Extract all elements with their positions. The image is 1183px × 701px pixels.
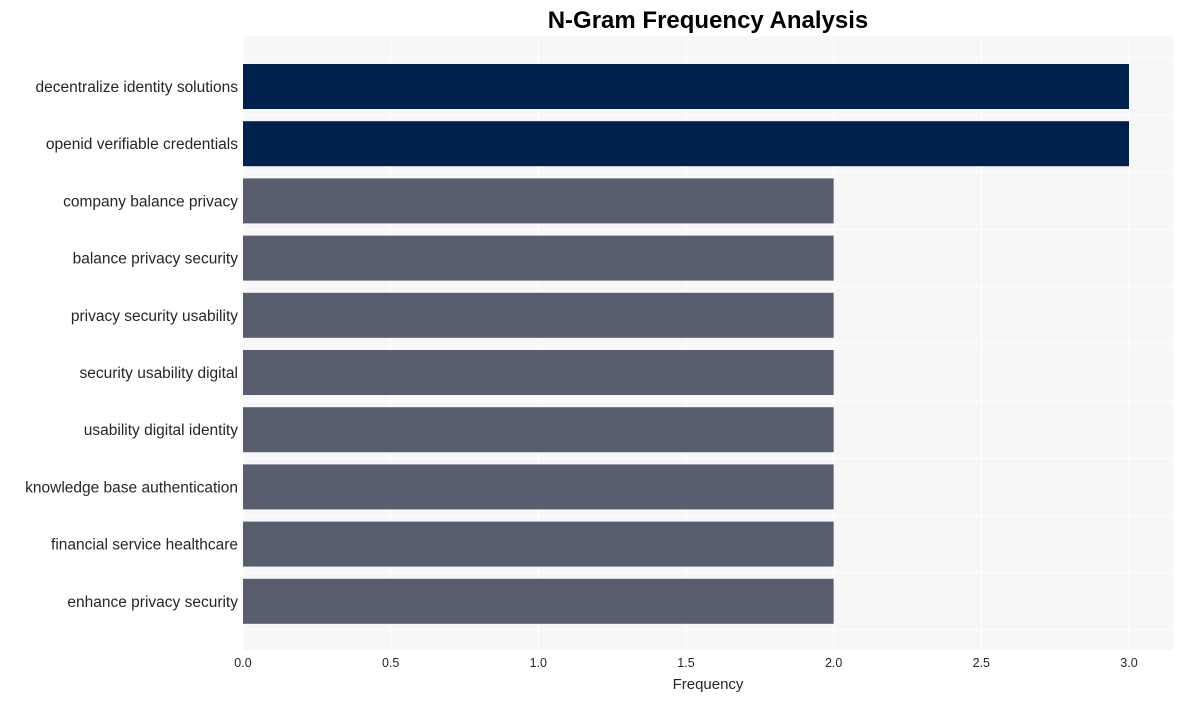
bar-enhance-privacy-security bbox=[243, 578, 834, 624]
y-tick-label: security usability digital bbox=[79, 365, 238, 382]
y-tick-label: usability digital identity bbox=[84, 422, 238, 439]
y-tick-label: balance privacy security bbox=[73, 251, 239, 268]
y-tick-label: decentralize identity solutions bbox=[36, 79, 239, 96]
y-tick-label: privacy security usability bbox=[71, 308, 238, 325]
bar-balance-privacy-security bbox=[243, 235, 834, 281]
x-tick-label: 1.5 bbox=[677, 656, 694, 670]
bar-privacy-security-usability bbox=[243, 292, 834, 338]
x-tick-label: 0.5 bbox=[382, 656, 399, 670]
x-tick-labels: 0.0 0.5 1.0 1.5 2.0 2.5 3.0 bbox=[234, 656, 1137, 670]
y-tick-label: financial service healthcare bbox=[51, 537, 238, 554]
y-tick-labels: decentralize identity solutions openid ve… bbox=[25, 79, 238, 611]
bar-openid-verifiable-credentials bbox=[243, 121, 1129, 167]
y-tick-label: company balance privacy bbox=[63, 193, 238, 210]
y-tick-label: knowledge base authentication bbox=[25, 479, 238, 496]
x-tick-label: 2.5 bbox=[973, 656, 990, 670]
bar-decentralize-identity-solutions bbox=[243, 64, 1129, 109]
y-tick-label: openid verifiable credentials bbox=[46, 136, 238, 153]
bar-company-balance-privacy bbox=[243, 178, 834, 224]
y-tick-label: enhance privacy security bbox=[67, 594, 238, 611]
x-tick-label: 0.0 bbox=[234, 656, 251, 670]
bar-security-usability-digital bbox=[243, 350, 834, 395]
x-axis-label: Frequency bbox=[673, 676, 744, 693]
x-tick-label: 2.0 bbox=[825, 656, 842, 670]
chart: decentralize identity solutions openid ve… bbox=[25, 7, 1173, 693]
x-tick-label: 1.0 bbox=[530, 656, 547, 670]
bar-usability-digital-identity bbox=[243, 407, 834, 453]
chart-title: N-Gram Frequency Analysis bbox=[548, 7, 869, 34]
x-tick-label: 3.0 bbox=[1120, 656, 1137, 670]
bar-financial-service-healthcare bbox=[243, 521, 834, 567]
bar-knowledge-base-authentication bbox=[243, 464, 834, 510]
